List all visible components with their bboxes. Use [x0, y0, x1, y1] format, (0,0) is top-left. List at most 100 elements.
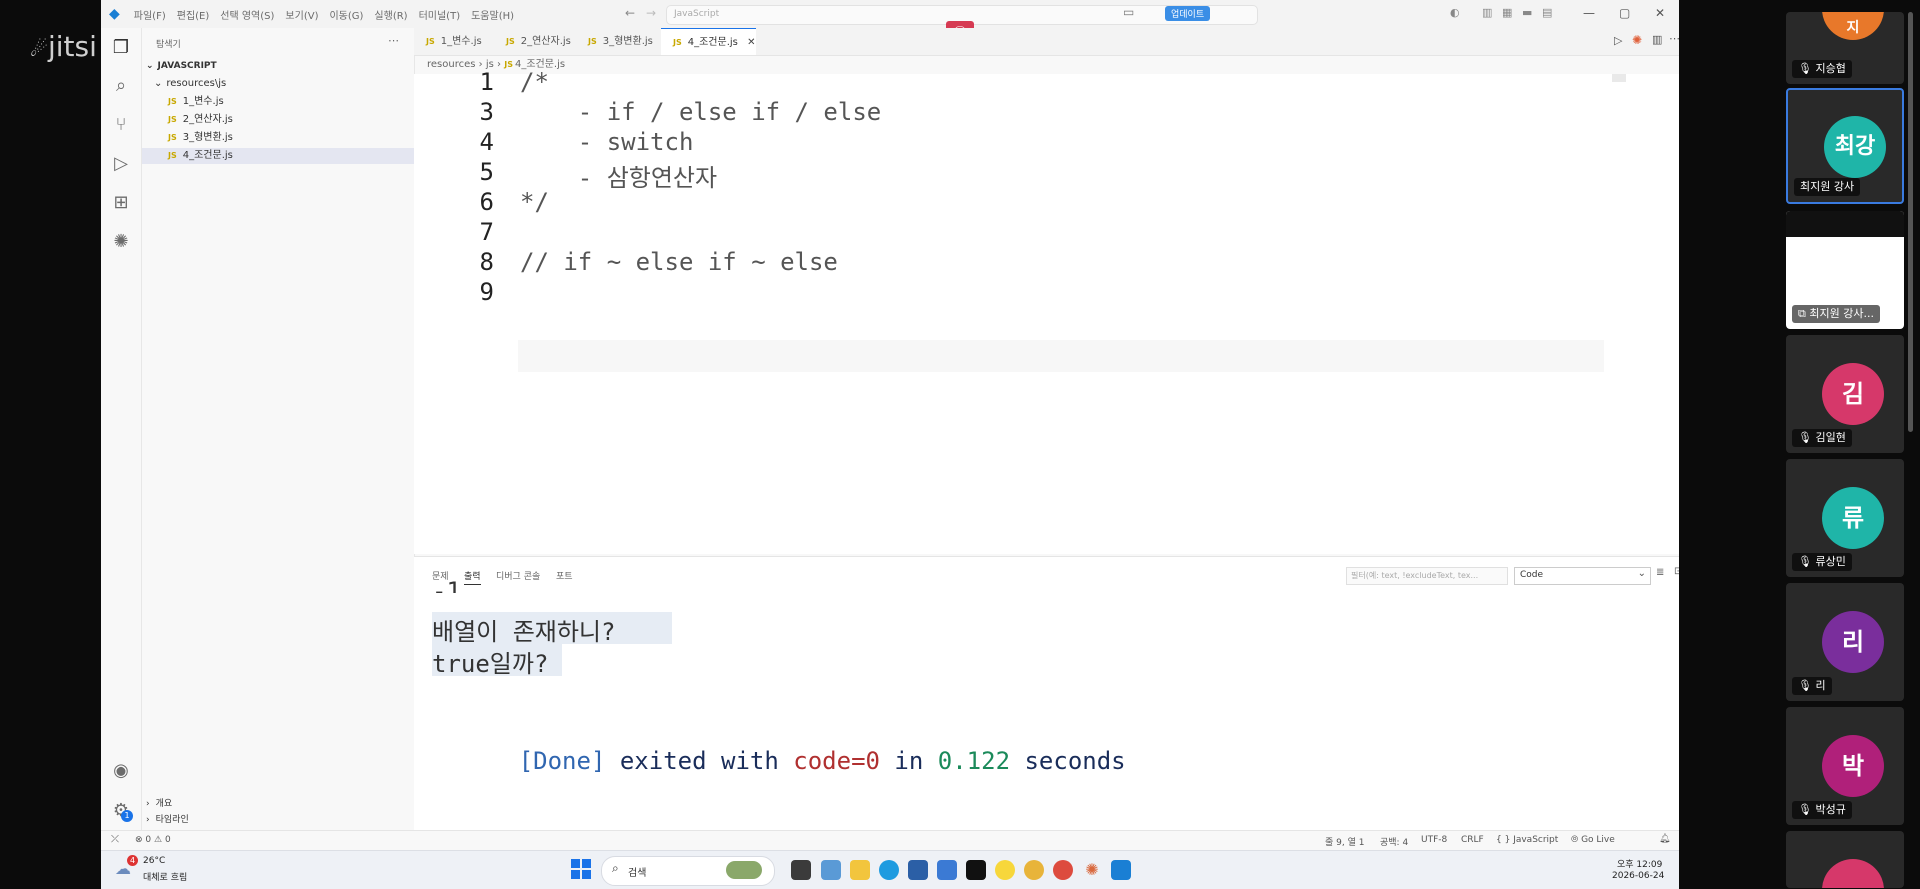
toggle-secondary-icon[interactable]: ▤ — [1542, 6, 1552, 19]
editor-more-icon[interactable]: ⋯ — [1669, 32, 1679, 45]
code-editor[interactable]: 1 /* 3 - if / else if / else 4 - switch … — [414, 68, 1679, 554]
search-icon[interactable]: ⌕ — [110, 75, 132, 97]
participant-tile[interactable]: 지 🎙︎ 지승협 — [1786, 12, 1904, 84]
notion-icon[interactable] — [966, 860, 986, 880]
file-item[interactable]: JS 2_연산자.js — [168, 112, 233, 128]
encoding[interactable]: UTF-8 — [1421, 835, 1447, 845]
claude-icon[interactable]: ✺ — [1082, 860, 1102, 880]
menu-selection[interactable]: 선택 영역(S) — [220, 7, 274, 22]
weather-desc: 대체로 흐림 — [143, 873, 188, 883]
split-editor-icon[interactable]: ▥ — [1652, 33, 1662, 46]
explorer-more-icon[interactable]: ⋯ — [388, 34, 399, 47]
layout-icon[interactable]: ▦ — [1502, 6, 1512, 19]
account-icon[interactable]: ◉ — [110, 760, 132, 782]
widgets-icon[interactable] — [821, 860, 841, 880]
close-icon[interactable]: ✕ — [1655, 6, 1665, 20]
minimap[interactable] — [1612, 74, 1626, 82]
minimize-icon[interactable]: — — [1583, 6, 1595, 20]
outline-section[interactable]: › 개요 — [146, 796, 172, 812]
screen-share-tile[interactable]: ⧉ 최지원 강사... — [1786, 211, 1904, 329]
live-share-icon[interactable]: ✺ — [110, 231, 132, 253]
mic-muted-icon: 🎙︎ — [1798, 679, 1812, 692]
chat-icon[interactable]: ▭ — [1123, 5, 1134, 19]
folder-resources-js[interactable]: ⌄ resources\js — [154, 76, 226, 92]
file-explorer-icon[interactable] — [850, 860, 870, 880]
menu-file[interactable]: 파일(F) — [134, 7, 166, 22]
task-view-icon[interactable] — [791, 860, 811, 880]
remote-icon[interactable]: ⤫ — [111, 834, 119, 845]
participant-tile[interactable]: 리 🎙︎ 리 — [1786, 583, 1904, 701]
js-file-icon: JS — [168, 151, 177, 160]
live-share-run-icon[interactable]: ✺ — [1632, 33, 1642, 47]
clock-time[interactable]: 오후 12:09 — [1617, 857, 1662, 870]
problems-status[interactable]: ⊗ 0 ⚠ 0 — [135, 835, 171, 845]
filmstrip-scrollbar[interactable] — [1908, 12, 1913, 432]
chrome-icon[interactable] — [1053, 860, 1073, 880]
windows-start-icon[interactable] — [571, 859, 591, 879]
menu-terminal[interactable]: 터미널(T) — [419, 7, 461, 22]
tab-close-icon[interactable]: ✕ — [747, 37, 755, 48]
line-number: 7 — [479, 218, 494, 246]
clock-date[interactable]: 2026-06-24 — [1612, 871, 1664, 881]
participant-tile-partial[interactable] — [1786, 831, 1904, 888]
extensions-icon[interactable]: ⊞ — [110, 192, 132, 214]
tab-2-operators[interactable]: JS 2_연산자.js — [494, 28, 576, 55]
tab-ports[interactable]: 포트 — [556, 569, 573, 582]
line-number: 5 — [479, 158, 494, 186]
participant-tile[interactable]: 박 🎙︎ 박성규 — [1786, 707, 1904, 825]
cursor-position[interactable]: 줄 9, 열 1 — [1325, 835, 1364, 848]
participant-tile-active[interactable]: 최강 최지원 강사 — [1786, 88, 1904, 204]
store-icon[interactable] — [908, 860, 928, 880]
tab-debug-console[interactable]: 디버그 콘솔 — [496, 569, 540, 582]
tab-3-typecast[interactable]: JS 3_형변환.js — [576, 28, 661, 55]
clear-output-icon[interactable]: ≣ — [1656, 567, 1664, 578]
taskbar-search[interactable]: ⌕ 검색 — [601, 856, 775, 886]
timeline-section[interactable]: › 타임라인 — [146, 812, 189, 828]
go-live-button[interactable]: ⦾ Go Live — [1571, 835, 1615, 845]
participant-tile[interactable]: 김 🎙︎ 김일현 — [1786, 335, 1904, 453]
search-icon: ⌕ — [612, 861, 619, 875]
source-control-icon[interactable]: ⑂ — [110, 114, 132, 136]
workspace-header[interactable]: ⌄ JAVASCRIPT — [146, 58, 217, 74]
menu-edit[interactable]: 편집(E) — [177, 7, 210, 22]
filter-placeholder: 필터(예: text, !excludeText, tex... — [1351, 571, 1479, 580]
cloud-app-icon[interactable] — [1024, 860, 1044, 880]
notifications-icon[interactable]: 🔔︎ — [1659, 834, 1670, 844]
toggle-sidebar-icon[interactable]: ▥ — [1482, 6, 1492, 19]
tab-1-variables[interactable]: JS 1_변수.js — [414, 28, 494, 55]
file-item[interactable]: JS 1_변수.js — [168, 94, 224, 110]
copilot-icon[interactable]: ◐ — [1450, 6, 1460, 19]
kakaotalk-icon[interactable] — [995, 860, 1015, 880]
menu-view[interactable]: 보기(V) — [285, 7, 318, 22]
participant-avatar: 류 — [1822, 487, 1884, 549]
update-button[interactable]: 업데이트 — [1165, 6, 1211, 21]
code-line: // if ~ else if ~ else — [520, 248, 838, 276]
toggle-panel-icon[interactable]: ▬ — [1522, 6, 1532, 19]
error-icon: ⊗ — [135, 835, 143, 845]
output-filter-input[interactable]: 필터(예: text, !excludeText, tex... — [1346, 567, 1508, 585]
mail-icon[interactable] — [937, 860, 957, 880]
edge-icon[interactable] — [879, 860, 899, 880]
menu-go[interactable]: 이동(G) — [329, 7, 363, 22]
file-item[interactable]: JS 3_형변환.js — [168, 130, 233, 146]
tab-4-conditionals[interactable]: JS 4_조건문.js ✕ — [661, 28, 756, 55]
explorer-icon[interactable]: ❐ — [110, 37, 132, 59]
maximize-icon[interactable]: ▢ — [1619, 6, 1630, 20]
eol[interactable]: CRLF — [1461, 835, 1484, 845]
language-mode[interactable]: { } JavaScript — [1496, 835, 1558, 845]
output-channel-select[interactable]: Code ⌄ — [1514, 567, 1651, 585]
file-item-selected[interactable]: JS 4_조건문.js — [142, 148, 414, 164]
run-debug-icon[interactable]: ▷ — [110, 153, 132, 175]
vscode-icon[interactable] — [1111, 860, 1131, 880]
run-file-icon[interactable]: ▷ — [1614, 34, 1622, 47]
nav-forward-icon[interactable]: → — [646, 6, 656, 20]
tab-output[interactable]: 출력 — [464, 569, 481, 585]
explorer-sidebar: 탐색기 ⋯ ⌄ JAVASCRIPT ⌄ resources\js JS 1_변수.j… — [142, 28, 415, 830]
menu-help[interactable]: 도움말(H) — [471, 7, 514, 22]
menu-run[interactable]: 실행(R) — [374, 7, 407, 22]
indentation[interactable]: 공백: 4 — [1380, 835, 1408, 848]
participant-name: 🎙︎ 류상민 — [1792, 553, 1852, 571]
nav-back-icon[interactable]: ← — [625, 6, 635, 20]
participant-tile[interactable]: 류 🎙︎ 류상민 — [1786, 459, 1904, 577]
lock-scroll-icon[interactable]: ⊡ — [1674, 566, 1679, 577]
